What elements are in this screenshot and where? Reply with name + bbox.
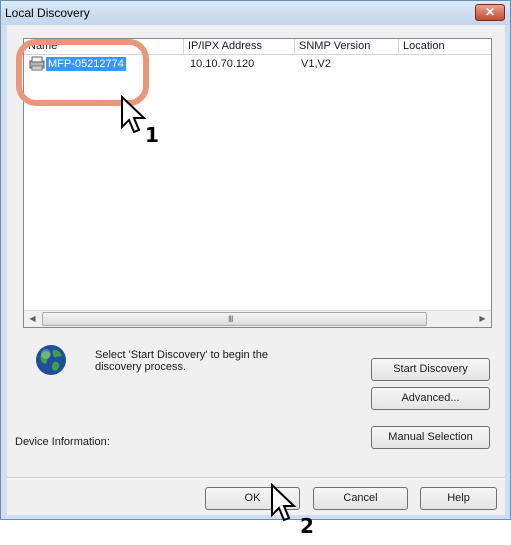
- help-button[interactable]: Help: [420, 487, 497, 510]
- status-message: Select 'Start Discovery' to begin the di…: [95, 349, 268, 373]
- separator: [7, 477, 505, 479]
- cancel-button[interactable]: Cancel: [313, 487, 408, 510]
- column-header-address[interactable]: IP/IPX Address: [184, 39, 295, 55]
- close-button[interactable]: ✕: [475, 4, 505, 21]
- device-snmp-version: V1,V2: [301, 58, 331, 70]
- arrow-cursor-icon: [271, 483, 297, 522]
- scroll-right-icon[interactable]: ▶: [474, 311, 491, 327]
- device-address: 10.10.70.120: [190, 58, 255, 70]
- start-discovery-button[interactable]: Start Discovery: [371, 358, 490, 381]
- step-1-callout: 1: [145, 123, 159, 147]
- title-bar[interactable]: Local Discovery ✕: [1, 1, 510, 25]
- window-title: Local Discovery: [5, 6, 90, 20]
- scroll-grip-icon: III: [228, 314, 233, 324]
- scroll-left-icon[interactable]: ◀: [24, 311, 41, 327]
- manual-selection-button[interactable]: Manual Selection: [371, 426, 490, 449]
- column-header-location[interactable]: Location: [399, 39, 491, 55]
- advanced-button[interactable]: Advanced...: [371, 387, 490, 410]
- horizontal-scrollbar[interactable]: ◀ III ▶: [24, 310, 491, 327]
- globe-icon: [36, 345, 66, 375]
- step-2-callout: 2: [300, 514, 314, 538]
- scroll-thumb[interactable]: III: [42, 312, 427, 326]
- device-information-label: Device Information:: [15, 436, 110, 448]
- column-header-snmp[interactable]: SNMP Version: [295, 39, 399, 55]
